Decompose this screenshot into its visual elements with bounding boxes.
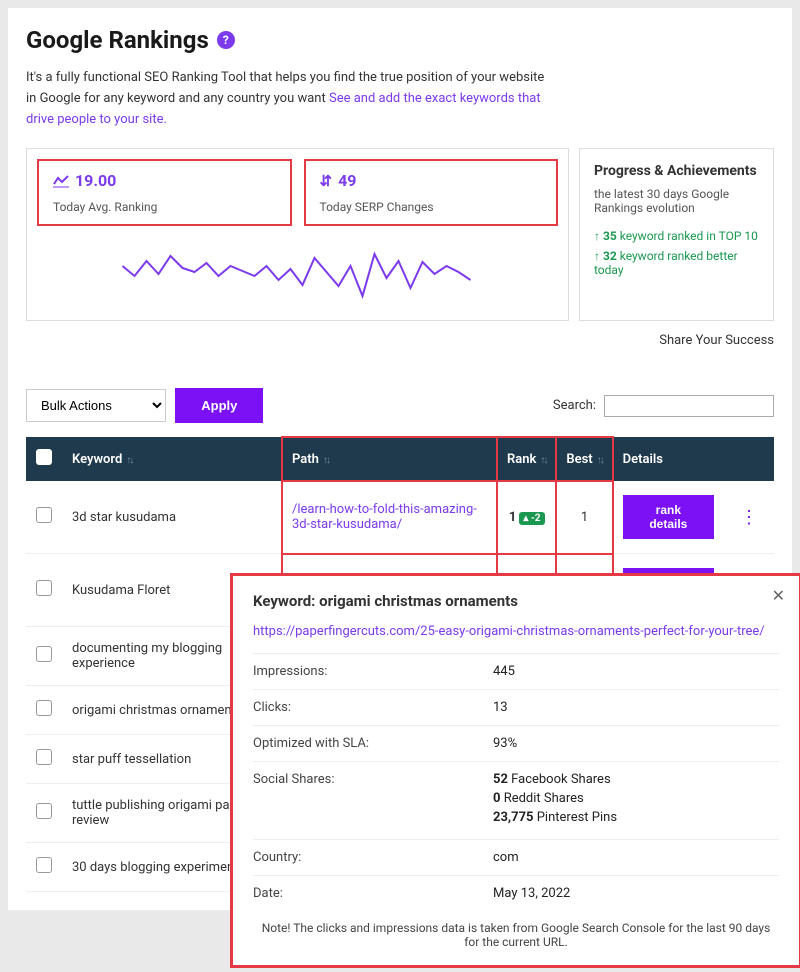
avg-ranking-label: Today Avg. Ranking bbox=[53, 200, 276, 214]
clicks-value: 13 bbox=[493, 700, 779, 715]
social-label: Social Shares: bbox=[253, 772, 493, 829]
optimized-label: Optimized with SLA: bbox=[253, 736, 493, 751]
page-title-text: Google Rankings bbox=[26, 26, 209, 54]
col-best[interactable]: Best↑↓ bbox=[556, 437, 612, 481]
search-input[interactable] bbox=[604, 395, 774, 417]
sort-icon: ↑↓ bbox=[323, 455, 329, 466]
path-cell: /learn-how-to-fold-this-amazing-3d-star-… bbox=[282, 481, 497, 554]
modal-title: Keyword: origami christmas ornaments bbox=[253, 592, 779, 610]
row-checkbox[interactable] bbox=[36, 803, 52, 819]
impressions-label: Impressions: bbox=[253, 664, 493, 679]
page-description: It's a fully functional SEO Ranking Tool… bbox=[26, 68, 546, 130]
progress-panel: Progress & Achievements the latest 30 da… bbox=[579, 148, 774, 321]
search-label: Search: bbox=[553, 398, 596, 413]
modal-note: Note! The clicks and impressions data is… bbox=[253, 921, 779, 949]
avg-ranking-value: 19.00 bbox=[75, 171, 116, 190]
optimized-value: 93% bbox=[493, 736, 779, 751]
ranking-sparkline bbox=[37, 236, 558, 306]
rank-delta-badge: ▴ -2 bbox=[519, 512, 544, 525]
date-value: May 13, 2022 bbox=[493, 886, 779, 901]
chart-icon bbox=[53, 174, 69, 188]
bulk-actions-select[interactable]: Bulk Actions bbox=[26, 389, 166, 422]
col-keyword[interactable]: Keyword↑↓ bbox=[62, 437, 282, 481]
country-value: com bbox=[493, 850, 779, 865]
sort-icon: ↑↓ bbox=[597, 455, 603, 466]
row-checkbox[interactable] bbox=[36, 580, 52, 596]
progress-subtitle: the latest 30 days Google Rankings evolu… bbox=[594, 187, 759, 215]
rank-cell: 1▴ -2 bbox=[497, 481, 556, 554]
serp-changes-value: 49 bbox=[338, 171, 356, 190]
help-icon[interactable]: ? bbox=[217, 31, 235, 49]
close-icon[interactable]: ✕ bbox=[772, 586, 785, 605]
date-label: Date: bbox=[253, 886, 493, 901]
avg-ranking-card: 19.00 Today Avg. Ranking bbox=[37, 159, 292, 226]
row-checkbox[interactable] bbox=[36, 857, 52, 873]
social-values: 52 Facebook Shares 0 Reddit Shares 23,77… bbox=[493, 772, 779, 829]
clicks-label: Clicks: bbox=[253, 700, 493, 715]
col-rank[interactable]: Rank↑↓ bbox=[497, 437, 556, 481]
serp-changes-label: Today SERP Changes bbox=[320, 200, 543, 214]
page-title: Google Rankings ? bbox=[26, 26, 774, 54]
progress-title: Progress & Achievements bbox=[594, 163, 759, 179]
achievement-better: ↑ 32 keyword ranked better today bbox=[594, 249, 759, 277]
row-checkbox[interactable] bbox=[36, 646, 52, 662]
row-checkbox[interactable] bbox=[36, 507, 52, 523]
table-row: 3d star kusudama/learn-how-to-fold-this-… bbox=[26, 481, 774, 554]
sort-icon: ↑↓ bbox=[540, 455, 546, 466]
row-checkbox[interactable] bbox=[36, 749, 52, 765]
impressions-value: 445 bbox=[493, 664, 779, 679]
keyword-cell: 3d star kusudama bbox=[62, 481, 282, 554]
stats-panel: 19.00 Today Avg. Ranking ⇵ 49 Today SERP… bbox=[26, 148, 569, 321]
modal-url-link[interactable]: https://paperfingercuts.com/25-easy-orig… bbox=[253, 624, 779, 639]
country-label: Country: bbox=[253, 850, 493, 865]
col-details: Details bbox=[613, 437, 724, 481]
share-success-link[interactable]: Share Your Success bbox=[26, 333, 774, 348]
keyword-detail-modal: ✕ Keyword: origami christmas ornaments h… bbox=[230, 573, 800, 968]
serp-changes-card: ⇵ 49 Today SERP Changes bbox=[304, 159, 559, 226]
updown-icon: ⇵ bbox=[320, 172, 333, 190]
rank-details-button[interactable]: rank details bbox=[623, 495, 714, 539]
row-checkbox[interactable] bbox=[36, 700, 52, 716]
select-all-checkbox[interactable] bbox=[36, 449, 52, 465]
achievement-top10: ↑ 35 keyword ranked in TOP 10 bbox=[594, 229, 759, 243]
col-path[interactable]: Path↑↓ bbox=[282, 437, 497, 481]
sort-icon: ↑↓ bbox=[126, 455, 132, 466]
best-cell: 1 bbox=[556, 481, 612, 554]
path-link[interactable]: /learn-how-to-fold-this-amazing-3d-star-… bbox=[292, 502, 477, 532]
apply-button[interactable]: Apply bbox=[175, 388, 263, 423]
kebab-icon[interactable]: ⋮ bbox=[734, 507, 764, 528]
